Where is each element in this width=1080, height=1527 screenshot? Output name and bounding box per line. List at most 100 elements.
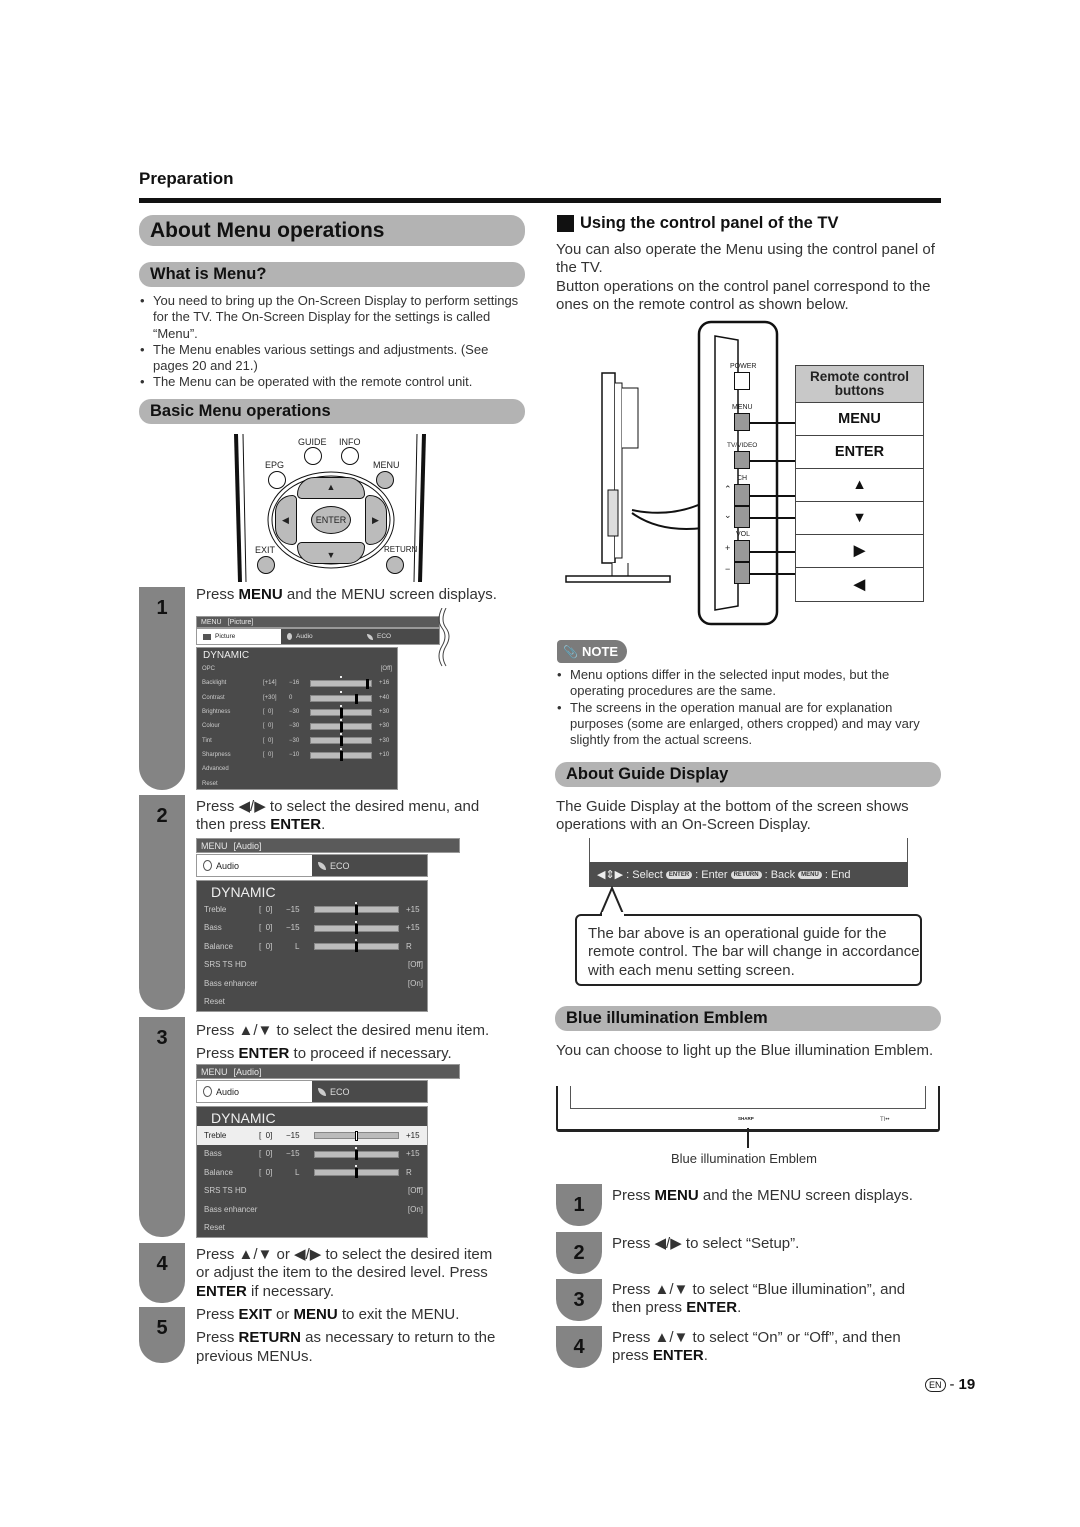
osd-row[interactable]: Bass enhancer [On]: [197, 1200, 427, 1219]
heading-basic-menu-operations: Basic Menu operations: [139, 399, 525, 424]
osd-tab-eco[interactable]: ECO: [312, 855, 427, 876]
return-button[interactable]: [386, 556, 404, 574]
osd-row[interactable]: Backlight [+14] −16 +16: [197, 676, 397, 690]
up-button[interactable]: ▲: [297, 477, 365, 499]
osd-row[interactable]: Treble [ 0] −15 +15: [197, 900, 427, 919]
osd-row[interactable]: Brightness [ 0] −30 +30: [197, 704, 397, 719]
osd-tab-audio[interactable]: Audio: [281, 629, 361, 644]
paperclip-icon: 📎: [563, 644, 578, 659]
osd-slider[interactable]: [314, 1128, 399, 1141]
osd-row[interactable]: Treble [ 0] −15 +15: [197, 1126, 427, 1145]
slider-knob[interactable]: [355, 923, 358, 934]
panel-menu-button[interactable]: [734, 413, 750, 431]
osd-context-label: [Picture]: [227, 618, 254, 626]
osd-row[interactable]: OPC [Off]: [197, 662, 397, 676]
panel-vol-down-button[interactable]: [734, 562, 750, 584]
osd-row-value: [On]: [407, 1204, 423, 1214]
osd-row[interactable]: Tint [ 0] −30 +30: [197, 733, 397, 747]
slider-knob[interactable]: [340, 736, 343, 747]
enter-button[interactable]: ENTER: [311, 506, 351, 534]
osd-row[interactable]: Balance [ 0] L R: [197, 1163, 427, 1182]
slider-knob[interactable]: [340, 707, 343, 718]
osd-row-min: −15: [286, 923, 300, 933]
osd-slider[interactable]: [310, 704, 372, 718]
osd-slider[interactable]: [314, 939, 399, 952]
slider-knob[interactable]: [340, 750, 343, 761]
osd-tab-eco[interactable]: ECO: [361, 629, 439, 644]
osd-slider[interactable]: [310, 676, 372, 690]
osd-row[interactable]: Bass [ 0] −15 +15: [197, 919, 427, 938]
osd-row[interactable]: Advanced: [197, 762, 397, 776]
emblem-pointer-line: [747, 1128, 749, 1148]
panel-ch-down-button[interactable]: [734, 506, 750, 528]
slider-knob[interactable]: [354, 693, 358, 704]
osd-slider[interactable]: [310, 747, 372, 761]
slider-knob[interactable]: [355, 905, 358, 915]
connector-line: [750, 573, 796, 575]
slider-center-mark: [355, 920, 357, 923]
step-text: Press ◀/▶ to select the desired menu, an…: [196, 798, 480, 815]
info-button[interactable]: [341, 447, 359, 465]
osd-row[interactable]: Colour [ 0] −30 +30: [197, 719, 397, 733]
osd-tab-picture[interactable]: Picture: [197, 629, 281, 644]
heading-text: Using the control panel of the TV: [580, 214, 839, 232]
list-item: The Menu enables various settings and ad…: [139, 342, 524, 375]
osd-row[interactable]: SRS TS HD [Off]: [197, 1182, 427, 1201]
osd-row-bracket: [ 0]: [263, 723, 274, 730]
connector-line: [750, 551, 796, 553]
epg-button[interactable]: [268, 471, 286, 489]
osd-slider[interactable]: [314, 1165, 399, 1178]
slider-knob[interactable]: [340, 722, 343, 733]
osd-tab-eco[interactable]: ECO: [312, 1081, 427, 1102]
panel-vol-up-button[interactable]: [734, 540, 750, 562]
slider-center-mark: [355, 902, 357, 904]
osd-row[interactable]: SRS TS HD [Off]: [197, 956, 427, 975]
step-text: Press: [196, 1045, 239, 1062]
slider-knob[interactable]: [355, 942, 358, 952]
exit-button[interactable]: [257, 556, 275, 574]
osd-row[interactable]: Bass enhancer [On]: [197, 974, 427, 993]
osd-row[interactable]: Contrast [+30] 0 +40: [197, 690, 397, 705]
osd-tab-audio[interactable]: Audio: [197, 1081, 312, 1102]
list-item: Menu options differ in the selected inpu…: [556, 667, 936, 700]
guide-button[interactable]: [304, 447, 322, 465]
remote-guide-label: GUIDE: [298, 437, 327, 447]
osd-tab-audio[interactable]: Audio: [197, 855, 312, 876]
menu-button[interactable]: [376, 471, 394, 489]
osd-row[interactable]: Bass [ 0] −15 +15: [197, 1145, 427, 1164]
panel-ch-up-button[interactable]: [734, 484, 750, 506]
osd-row-label: Reset: [204, 997, 225, 1007]
osd-row[interactable]: Reset: [197, 993, 427, 1012]
remote-menu-label: MENU: [373, 460, 400, 470]
slider-center-mark: [340, 719, 342, 722]
slider-knob[interactable]: [355, 1131, 358, 1141]
osd-row[interactable]: Balance [ 0] L R: [197, 937, 427, 956]
slider-knob[interactable]: [365, 679, 369, 690]
tv-control-panel-illustration: POWER MENU TV/VIDEO CH ⌃ ⌄ VOL + −: [560, 318, 800, 628]
panel-power-button[interactable]: [734, 372, 750, 390]
osd-slider[interactable]: [314, 920, 399, 934]
osd-slider[interactable]: [314, 902, 399, 915]
picture-icon: [203, 633, 211, 640]
slider-knob[interactable]: [355, 1168, 358, 1178]
right-button[interactable]: ▶: [365, 495, 387, 545]
step-text-bold: ENTER: [238, 1045, 290, 1062]
left-button[interactable]: ◀: [275, 495, 297, 545]
step-text: .: [703, 1347, 708, 1365]
emblem-step-2-text: Press ◀/▶ to select “Setup”.: [612, 1235, 800, 1252]
ch-down-icon: ⌄: [724, 510, 732, 520]
osd-slider[interactable]: [310, 690, 372, 704]
slider-knob[interactable]: [355, 1149, 358, 1160]
osd-slider[interactable]: [310, 719, 372, 733]
osd-slider[interactable]: [310, 733, 372, 747]
osd-row[interactable]: Sharpness [ 0] −10 +10: [197, 747, 397, 762]
osd-row-label: Reset: [202, 780, 218, 787]
down-button[interactable]: ▼: [297, 542, 365, 564]
osd-slider[interactable]: [314, 1146, 399, 1160]
osd-row[interactable]: Reset: [197, 1219, 427, 1238]
language-badge: EN: [925, 1377, 946, 1392]
osd-row-label: Advanced: [202, 766, 229, 773]
what-is-menu-list: You need to bring up the On-Screen Displ…: [139, 293, 524, 391]
panel-tvvideo-button[interactable]: [734, 451, 750, 469]
osd-row[interactable]: Reset: [197, 776, 397, 790]
